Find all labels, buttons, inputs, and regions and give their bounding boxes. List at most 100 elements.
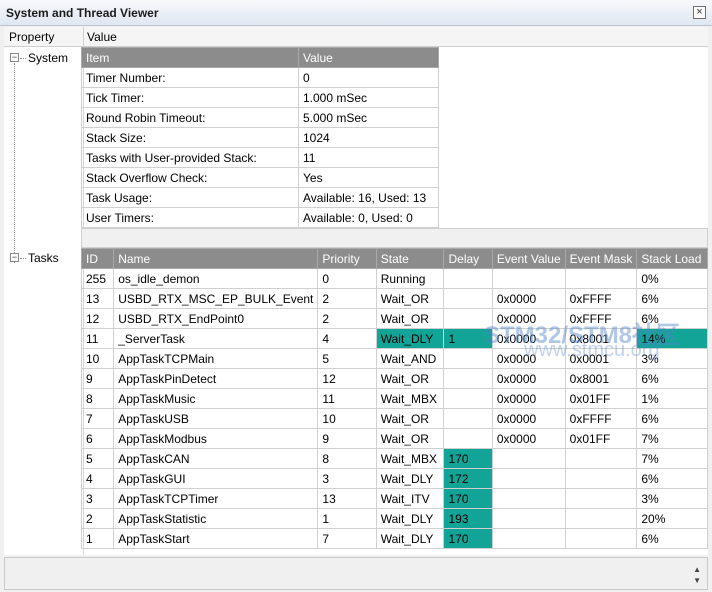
priority-column-header[interactable]: Priority (317, 248, 377, 269)
system-table-row[interactable]: Stack Overflow Check: Yes (81, 167, 439, 188)
tasks-table-header-row: ID Name Priority State Delay Event Value… (80, 248, 708, 269)
event-mask-column-header[interactable]: Event Mask (564, 248, 638, 269)
task-row[interactable]: 4 AppTaskGUI 3 Wait_DLY 172 6% (80, 468, 708, 489)
system-value-cell: 0 (298, 67, 439, 88)
task-row[interactable]: 255 os_idle_demon 0 Running 0% (80, 268, 708, 289)
item-column-header[interactable]: Item (81, 47, 299, 68)
tree-node-tasks[interactable]: Tasks (28, 251, 59, 265)
column-divider[interactable] (83, 27, 84, 47)
system-item-cell: Timer Number: (81, 67, 299, 88)
task-row[interactable]: 7 AppTaskUSB 10 Wait_OR 0x0000 0xFFFF 6% (80, 408, 708, 429)
name-cell: AppTaskStart (113, 528, 319, 549)
delay-cell (443, 368, 493, 389)
event-value-column-header[interactable]: Event Value (491, 248, 566, 269)
event-value-cell (491, 528, 566, 549)
column-header: Property Value (4, 27, 708, 47)
system-item-cell: Round Robin Timeout: (81, 107, 299, 128)
state-column-header[interactable]: State (375, 248, 445, 269)
priority-cell: 12 (317, 368, 377, 389)
system-table-row[interactable]: Task Usage: Available: 16, Used: 13 (81, 187, 439, 208)
system-value-cell: 1.000 mSec (298, 87, 439, 108)
state-cell: Wait_DLY (375, 328, 445, 349)
task-row[interactable]: 1 AppTaskStart 7 Wait_DLY 170 6% (80, 528, 708, 549)
state-cell: Wait_OR (375, 428, 445, 449)
event-value-cell: 0x0000 (491, 388, 566, 409)
value-column-header[interactable]: Value (298, 47, 439, 68)
task-row[interactable]: 10 AppTaskTCPMain 5 Wait_AND 0x0000 0x0001 3% (80, 348, 708, 369)
name-cell: AppTaskModbus (113, 428, 319, 449)
name-cell: AppTaskMusic (113, 388, 319, 409)
system-value-cell: Yes (298, 167, 439, 188)
scroll-up-icon[interactable]: ▲ (693, 565, 701, 574)
state-cell: Running (375, 268, 445, 289)
stack-load-cell: 6% (636, 368, 708, 389)
state-cell: Wait_OR (375, 288, 445, 309)
scroll-down-icon[interactable]: ▼ (693, 576, 701, 585)
id-cell: 13 (80, 288, 115, 309)
task-row[interactable]: 11 _ServerTask 4 Wait_DLY 1 0x0000 0x8001 14% (80, 328, 708, 349)
priority-cell: 2 (317, 308, 377, 329)
task-row[interactable]: 5 AppTaskCAN 8 Wait_MBX 170 7% (80, 448, 708, 469)
name-cell: AppTaskUSB (113, 408, 319, 429)
id-cell: 7 (80, 408, 115, 429)
state-cell: Wait_ITV (375, 488, 445, 509)
event-value-cell: 0x0000 (491, 368, 566, 389)
window-title: System and Thread Viewer (6, 6, 159, 20)
system-table-row[interactable]: User Timers: Available: 0, Used: 0 (81, 207, 439, 228)
priority-cell: 5 (317, 348, 377, 369)
system-table-row[interactable]: Stack Size: 1024 (81, 127, 439, 148)
close-button[interactable]: × (693, 6, 706, 19)
task-row[interactable]: 6 AppTaskModbus 9 Wait_OR 0x0000 0x01FF 7% (80, 428, 708, 449)
task-row[interactable]: 2 AppTaskStatistic 1 Wait_DLY 193 20% (80, 508, 708, 529)
task-row[interactable]: 12 USBD_RTX_EndPoint0 2 Wait_OR 0x0000 0xFFFF… (80, 308, 708, 329)
name-cell: AppTaskStatistic (113, 508, 319, 529)
status-bar: ▲ ▼ (4, 557, 708, 590)
tree-node-system[interactable]: System (28, 51, 68, 65)
event-mask-cell: 0x01FF (564, 388, 638, 409)
state-cell: Wait_DLY (375, 468, 445, 489)
stack-load-cell: 14% (636, 328, 708, 349)
task-row[interactable]: 13 USBD_RTX_MSC_EP_BULK_Event 2 Wait_OR 0x00… (80, 288, 708, 309)
event-value-cell (491, 508, 566, 529)
event-value-cell: 0x0000 (491, 348, 566, 369)
property-column-header[interactable]: Property (9, 30, 54, 44)
name-cell: AppTaskPinDetect (113, 368, 319, 389)
priority-cell: 8 (317, 448, 377, 469)
delay-column-header[interactable]: Delay (443, 248, 493, 269)
task-row[interactable]: 9 AppTaskPinDetect 12 Wait_OR 0x0000 0x8001 6% (80, 368, 708, 389)
stack-load-cell: 6% (636, 288, 708, 309)
event-mask-cell (564, 448, 638, 469)
priority-cell: 10 (317, 408, 377, 429)
delay-cell: 170 (443, 488, 493, 509)
name-column-header[interactable]: Name (113, 248, 319, 269)
name-cell: _ServerTask (113, 328, 319, 349)
event-mask-cell (564, 528, 638, 549)
event-value-cell: 0x0000 (491, 408, 566, 429)
stack-load-column-header[interactable]: Stack Load (636, 248, 708, 269)
id-cell: 1 (80, 528, 115, 549)
system-table: Item Value Timer Number: 0 Tick Timer: 1.00… (81, 47, 439, 228)
event-mask-cell: 0xFFFF (564, 308, 638, 329)
task-row[interactable]: 3 AppTaskTCPTimer 13 Wait_ITV 170 3% (80, 488, 708, 509)
system-collapse-icon[interactable]: − (10, 53, 19, 62)
system-table-row[interactable]: Round Robin Timeout: 5.000 mSec (81, 107, 439, 128)
task-row[interactable]: 8 AppTaskMusic 11 Wait_MBX 0x0000 0x01FF 1% (80, 388, 708, 409)
system-table-row[interactable]: Timer Number: 0 (81, 67, 439, 88)
state-cell: Wait_MBX (375, 448, 445, 469)
id-cell: 5 (80, 448, 115, 469)
delay-cell (443, 408, 493, 429)
id-cell: 12 (80, 308, 115, 329)
event-value-cell: 0x0000 (491, 328, 566, 349)
id-column-header[interactable]: ID (80, 248, 115, 269)
value-column-header[interactable]: Value (87, 30, 117, 44)
id-cell: 10 (80, 348, 115, 369)
state-cell: Wait_OR (375, 368, 445, 389)
stack-load-cell: 0% (636, 268, 708, 289)
stack-load-cell: 6% (636, 528, 708, 549)
system-item-cell: Tick Timer: (81, 87, 299, 108)
delay-cell (443, 348, 493, 369)
system-table-row[interactable]: Tick Timer: 1.000 mSec (81, 87, 439, 108)
system-table-row[interactable]: Tasks with User-provided Stack: 11 (81, 147, 439, 168)
tasks-collapse-icon[interactable]: − (10, 253, 19, 262)
delay-cell: 1 (443, 328, 493, 349)
